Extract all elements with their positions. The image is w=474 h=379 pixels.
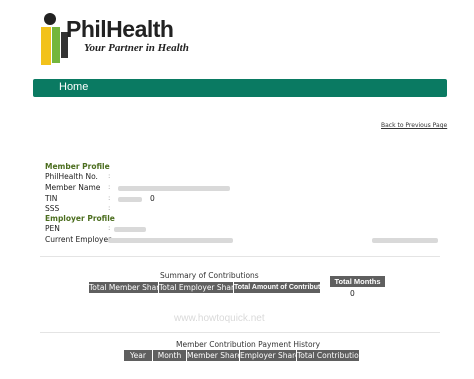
current-employer-value-redacted [108, 238, 233, 243]
history-header-employer-share: Employer Share [240, 350, 300, 361]
pen-label: PEN [45, 224, 60, 233]
watermark: www.howtoquick.net [174, 313, 265, 324]
divider [40, 332, 440, 333]
philhealth-no-label: PhilHealth No. [45, 172, 98, 181]
nav-home-link[interactable]: Home [59, 81, 88, 93]
field-colon: : [108, 194, 111, 202]
tin-label: TIN [45, 194, 58, 203]
history-title: Member Contribution Payment History [176, 340, 321, 349]
nav-bar: Home [33, 79, 447, 97]
summary-header-member-share: Total Member Share [89, 282, 164, 293]
divider [40, 256, 440, 257]
current-employer-value-redacted-end [372, 238, 438, 243]
pen-value-redacted [114, 227, 146, 232]
history-header-total-contribution: Total Contribution [297, 350, 364, 361]
current-employer-label: Current Employer [45, 235, 112, 244]
field-colon: : [108, 183, 111, 191]
field-colon: : [108, 224, 111, 232]
brand-tagline: Your Partner in Health [84, 42, 189, 54]
brand-name: PhilHealth [66, 16, 174, 42]
sss-label: SSS [45, 204, 60, 213]
history-header-month: Month [153, 350, 186, 361]
employer-profile-title: Employer Profile [45, 214, 115, 223]
history-header-year: Year [124, 350, 152, 361]
member-name-label: Member Name [45, 183, 101, 192]
back-to-previous-page-link[interactable]: Back to Previous Page [381, 122, 447, 129]
summary-header-total-months: Total Months [330, 276, 385, 287]
total-months-value: 0 [350, 289, 355, 298]
member-profile-title: Member Profile [45, 162, 110, 171]
summary-header-total-amount: Total Amount of Contribution [234, 282, 331, 293]
member-name-value-redacted [118, 186, 230, 191]
field-colon: : [108, 172, 111, 180]
tin-value: 0 [150, 194, 155, 203]
field-colon: : [108, 204, 111, 212]
summary-header-employer-share: Total Employer Share [159, 282, 239, 293]
tin-value-redacted [118, 197, 142, 202]
summary-title: Summary of Contributions [160, 271, 259, 280]
history-header-member-share: Member Share [187, 350, 242, 361]
